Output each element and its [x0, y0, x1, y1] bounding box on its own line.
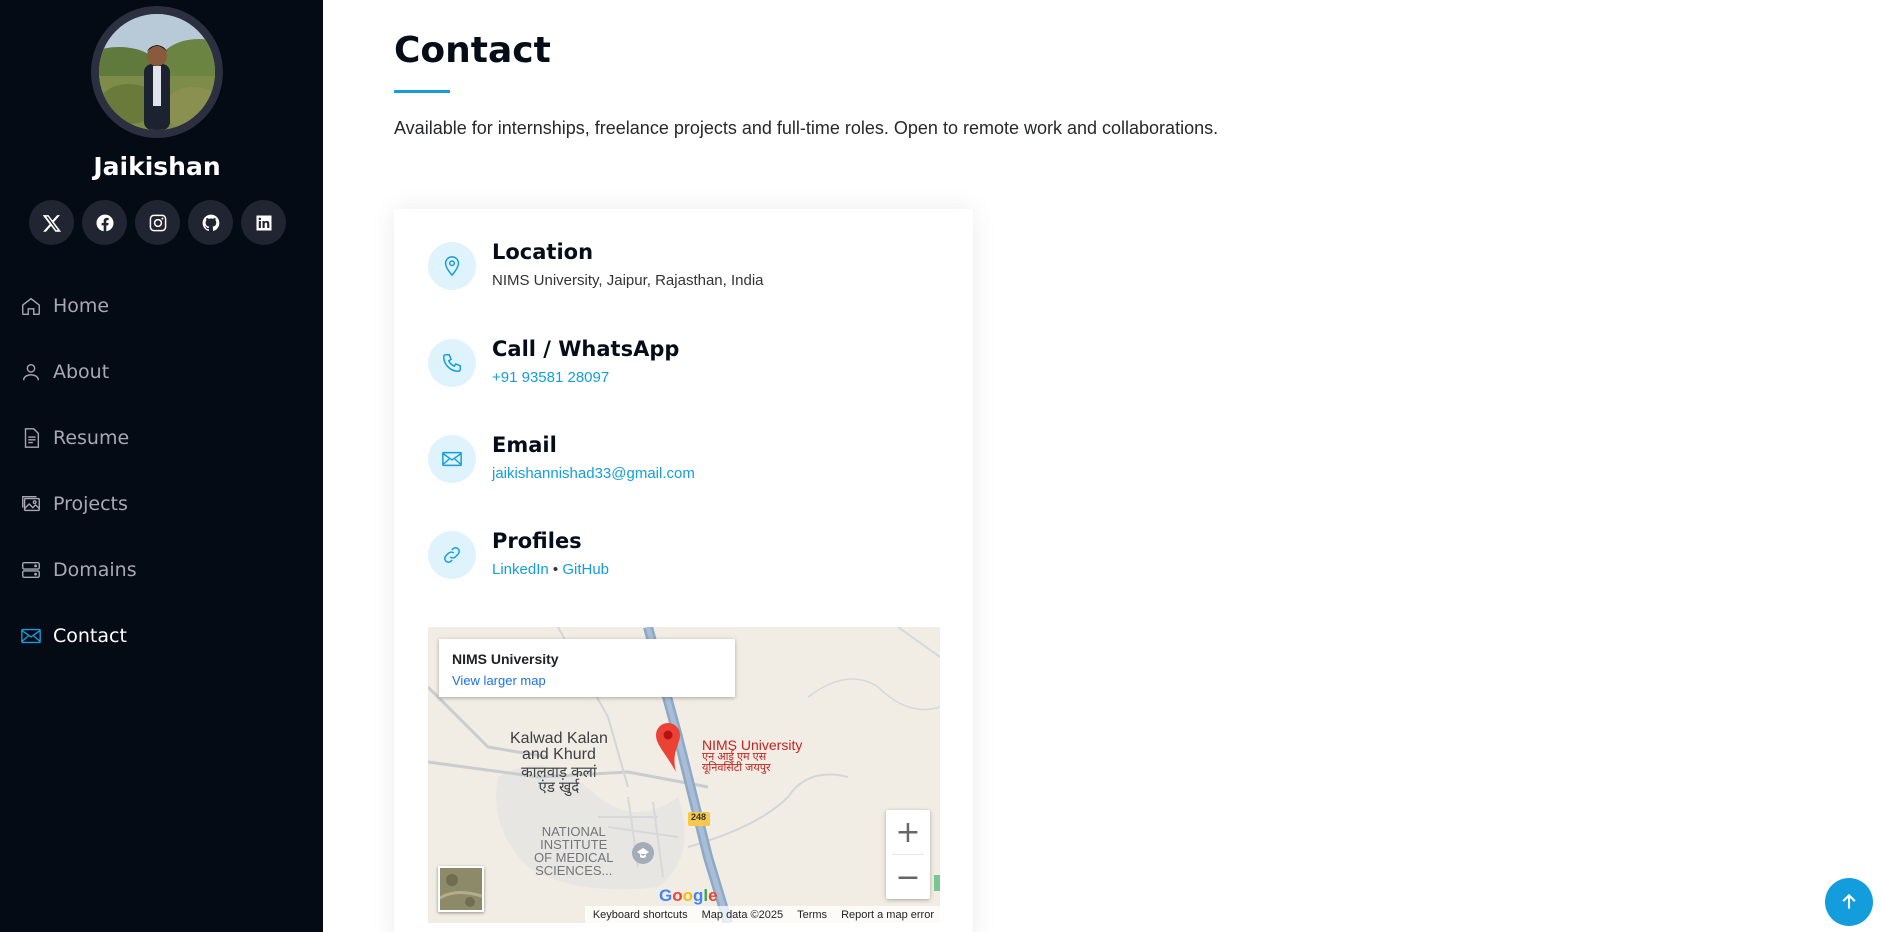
view-larger-map-link[interactable]: View larger map [452, 673, 722, 688]
github-profile-link[interactable]: GitHub [562, 561, 609, 578]
back-to-top-button[interactable] [1825, 878, 1873, 926]
terms-link[interactable]: Terms [797, 909, 827, 921]
info-title: Email [492, 433, 557, 457]
info-location: Location NIMS University, Jaipur, Rajast… [428, 240, 764, 290]
envelope-icon [442, 451, 462, 467]
map-place-title: NIMS University [452, 651, 559, 667]
person-icon [22, 363, 40, 381]
contact-intro: Available for internships, freelance pro… [394, 118, 1219, 138]
facebook-link[interactable] [82, 200, 127, 245]
nav-item-contact[interactable]: Contact [0, 603, 323, 669]
title-underline [394, 90, 450, 93]
map-institute-label: NATIONAL INSTITUTE OF MEDICAL SCIENCES..… [534, 824, 614, 878]
nav-label: About [53, 361, 110, 383]
nav-item-home[interactable]: Home [0, 273, 323, 339]
road-number: 248 [691, 812, 707, 822]
nav-label: Domains [53, 559, 137, 581]
avatar-frame [91, 6, 223, 138]
file-text-icon [24, 428, 40, 448]
email-link[interactable]: jaikishannishad33@gmail.com [492, 465, 695, 482]
zoom-in-button[interactable]: + [886, 810, 930, 854]
info-title: Location [492, 240, 594, 264]
github-icon [202, 214, 219, 231]
map-pin-label[interactable]: NIMS University एन आई एम एस यूनिवर्सिटी … [702, 738, 802, 774]
keyboard-shortcuts-link[interactable]: Keyboard shortcuts [593, 909, 688, 921]
envelope-icon [21, 628, 41, 644]
info-title: Call / WhatsApp [492, 337, 680, 361]
main-nav: Home About Resume Projects Domains Conta… [0, 273, 323, 669]
map-zoom-controls: + − [886, 810, 930, 899]
contact-card: Location NIMS University, Jaipur, Rajast… [394, 209, 973, 932]
nav-item-domains[interactable]: Domains [0, 537, 323, 603]
images-icon [22, 495, 40, 512]
profile-links: LinkedIn • GitHub [492, 561, 609, 578]
google-logo: Google [659, 886, 718, 905]
location-text: NIMS University, Jaipur, Rajasthan, Indi… [492, 272, 764, 289]
phone-link[interactable]: +91 93581 28097 [492, 369, 679, 386]
instagram-link[interactable] [135, 200, 180, 245]
house-icon [22, 297, 40, 315]
linkedin-link[interactable] [241, 200, 286, 245]
avatar [99, 14, 215, 130]
profile-name: Jaikishan [93, 152, 221, 181]
report-map-error-link[interactable]: Report a map error [841, 909, 934, 921]
telephone-icon [443, 354, 461, 372]
linkedin-profile-link[interactable]: LinkedIn [492, 561, 549, 578]
contact-section: Contact Available for internships, freel… [323, 0, 1882, 932]
nav-label: Projects [53, 493, 128, 515]
embedded-map[interactable]: Kalwad Kalan and Khurd कालवाड़ कलां एंड … [428, 627, 940, 923]
facebook-icon [95, 214, 114, 231]
info-title: Profiles [492, 529, 582, 553]
info-email: Email jaikishannishad33@gmail.com [428, 433, 695, 483]
x-twitter-icon [42, 214, 61, 232]
linkedin-icon [256, 215, 271, 230]
github-link[interactable] [188, 200, 233, 245]
map-data-credit: Map data ©2025 [701, 908, 784, 921]
nav-label: Home [53, 295, 110, 317]
geo-alt-icon [444, 256, 460, 277]
map-place-card: NIMS University View larger map [439, 639, 735, 697]
info-phone: Call / WhatsApp +91 93581 28097 [428, 337, 680, 387]
page-title: Contact [394, 30, 551, 71]
hdd-stack-icon [22, 561, 40, 579]
link-icon [444, 547, 460, 563]
map-area-label: Kalwad Kalan and Khurd कालवाड़ कलां एंड … [510, 730, 608, 796]
map-attribution-bar: Keyboard shortcuts Map data ©2025 Terms … [584, 906, 940, 923]
nav-label: Contact [53, 625, 127, 647]
x-twitter-link[interactable] [29, 200, 74, 245]
social-links [29, 200, 286, 245]
instagram-icon [149, 214, 166, 231]
satellite-toggle[interactable] [438, 866, 484, 912]
arrow-up-icon [1842, 893, 1856, 909]
nav-item-resume[interactable]: Resume [0, 405, 323, 471]
link-separator: • [548, 561, 563, 578]
nav-label: Resume [53, 427, 130, 449]
nav-item-about[interactable]: About [0, 339, 323, 405]
nav-item-projects[interactable]: Projects [0, 471, 323, 537]
satellite-thumbnail-icon [439, 868, 483, 910]
info-profiles: Profiles LinkedIn • GitHub [428, 529, 609, 579]
sidebar: Jaikishan Home About Resume Projects Dom… [0, 0, 323, 932]
zoom-out-button[interactable]: − [886, 855, 930, 899]
